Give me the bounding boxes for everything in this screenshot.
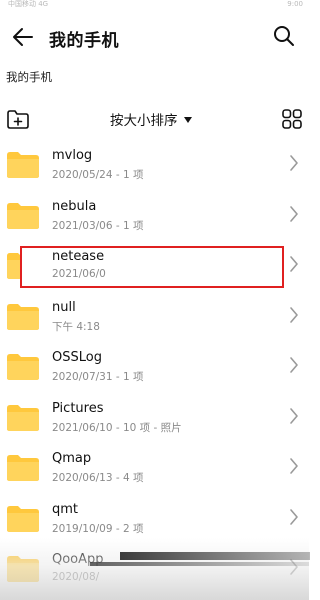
file-meta: 2019/10/09 - 2 项 bbox=[52, 522, 144, 535]
file-meta: 2021/06/10 - 10 项 - 照片 bbox=[52, 421, 182, 434]
file-meta: 2020/06/13 - 4 项 bbox=[52, 472, 144, 484]
grid-view-icon[interactable] bbox=[281, 108, 303, 130]
status-bar: 中国移动 4G 9:00 bbox=[0, 0, 309, 10]
chevron-right-icon bbox=[290, 155, 298, 171]
folder-icon bbox=[7, 354, 39, 380]
list-item[interactable]: null 下午 4:18 bbox=[0, 291, 309, 342]
sort-dropdown[interactable]: 按大小排序 bbox=[110, 109, 192, 129]
list-item[interactable]: nebula 2021/03/06 - 1 项 bbox=[0, 190, 309, 241]
breadcrumb[interactable]: 我的手机 bbox=[6, 69, 52, 85]
list-item[interactable]: OSSLog 2020/07/31 - 1 项 bbox=[0, 341, 309, 392]
arrow-left-icon[interactable] bbox=[10, 24, 36, 50]
file-name: mvlog bbox=[52, 148, 93, 163]
folder-icon bbox=[7, 303, 39, 330]
list-item[interactable]: QooApp 2020/08/ bbox=[0, 543, 309, 594]
file-meta: 2020/07/31 - 1 项 bbox=[52, 371, 144, 383]
carrier-text: 中国移动 4G bbox=[8, 0, 49, 8]
file-list: mvlog 2020/05/24 - 1 项 nebula 2021/03/06 - … bbox=[0, 139, 309, 594]
list-item[interactable]: Pictures 2021/06/10 - 10 项 - 照片 bbox=[0, 392, 309, 443]
time-text: 9:00 bbox=[287, 0, 303, 8]
folder-icon bbox=[7, 455, 39, 481]
folder-icon bbox=[7, 505, 39, 532]
file-meta: 2020/08/ bbox=[52, 571, 100, 583]
folder-icon bbox=[7, 202, 39, 229]
folder-icon bbox=[7, 152, 39, 178]
page-title: 我的手机 bbox=[49, 31, 119, 51]
toolbar: 按大小排序 bbox=[0, 106, 309, 134]
folder-icon bbox=[7, 556, 39, 582]
file-name: OSSLog bbox=[52, 350, 102, 365]
file-name: netease bbox=[52, 249, 105, 264]
file-name: nebula bbox=[52, 198, 97, 214]
list-item[interactable]: qmt 2019/10/09 - 2 项 bbox=[0, 493, 309, 544]
chevron-right-icon bbox=[290, 357, 298, 373]
chevron-right-icon bbox=[290, 256, 298, 272]
file-meta: 2020/05/24 - 1 项 bbox=[52, 169, 144, 181]
file-name: Qmap bbox=[52, 451, 92, 466]
chevron-right-icon bbox=[290, 458, 298, 474]
chevron-right-icon bbox=[290, 205, 298, 222]
app-bar: 我的手机 bbox=[0, 18, 309, 56]
chevron-right-icon bbox=[290, 508, 298, 525]
file-name: qmt bbox=[52, 501, 79, 517]
chevron-right-icon bbox=[290, 306, 298, 323]
file-meta: 2021/06/0 bbox=[52, 268, 106, 280]
chevron-right-icon bbox=[290, 559, 298, 575]
list-item[interactable]: Qmap 2020/06/13 - 4 项 bbox=[0, 442, 309, 493]
file-meta: 下午 4:18 bbox=[52, 320, 100, 333]
list-item[interactable]: mvlog 2020/05/24 - 1 项 bbox=[0, 139, 309, 190]
file-name: Pictures bbox=[52, 400, 104, 416]
file-meta: 2021/03/06 - 1 项 bbox=[52, 219, 144, 232]
highlight-box: netease 2021/06/0 bbox=[20, 246, 284, 288]
sort-label: 按大小排序 bbox=[110, 113, 178, 129]
new-folder-icon[interactable] bbox=[6, 108, 30, 130]
overlay-streak bbox=[120, 552, 310, 560]
overlay-streak bbox=[90, 562, 309, 566]
search-icon[interactable] bbox=[272, 24, 296, 48]
folder-icon bbox=[7, 404, 39, 431]
file-name: null bbox=[52, 299, 76, 315]
caret-down-icon bbox=[183, 117, 192, 123]
chevron-right-icon bbox=[290, 407, 298, 424]
